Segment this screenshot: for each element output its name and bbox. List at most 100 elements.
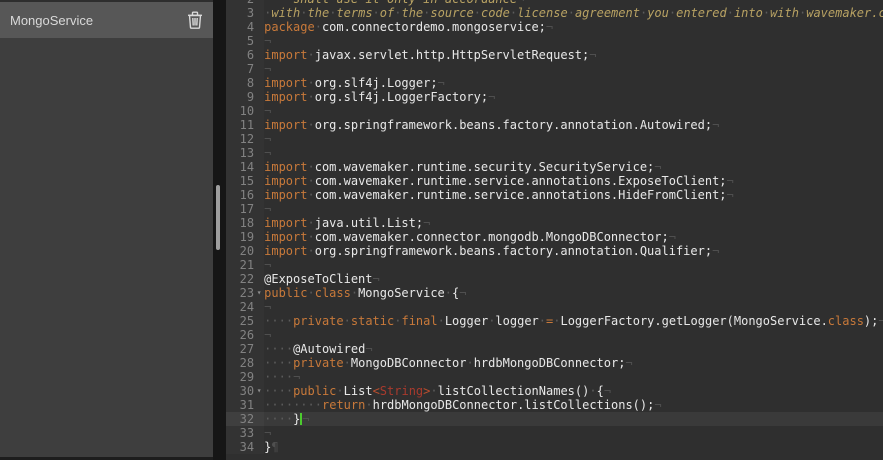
- eol-marker: ¬: [302, 412, 309, 426]
- code-text: @ExposeToClient¬: [264, 272, 883, 286]
- line-number: 3: [226, 6, 254, 20]
- code-line[interactable]: 19import·com.wavemaker.connector.mongodb…: [226, 230, 883, 244]
- code-line[interactable]: 23▾public·class·MongoService·{¬: [226, 286, 883, 300]
- line-number: 19: [226, 230, 254, 244]
- line-number: 8: [226, 76, 254, 90]
- code-text: import·com.wavemaker.runtime.service.ann…: [264, 188, 883, 202]
- code-text: import·org.springframework.beans.factory…: [264, 244, 883, 258]
- code-line[interactable]: 32····}¬: [226, 412, 883, 426]
- eol-marker: ¬: [365, 342, 372, 356]
- fold-gutter: [254, 160, 264, 174]
- eol-marker: ¬: [604, 384, 611, 398]
- code-text: ¬: [264, 258, 883, 272]
- code-text: import·javax.servlet.http.HttpServletReq…: [264, 48, 883, 62]
- eol-marker: ¬: [712, 118, 719, 132]
- fold-gutter: [254, 6, 264, 20]
- code-line[interactable]: 25 ····private·static·final·Logger·logger…: [226, 314, 883, 328]
- code-line[interactable]: 26¬: [226, 328, 883, 342]
- fold-gutter: [254, 440, 264, 454]
- fold-arrow-icon[interactable]: ▾: [254, 384, 264, 398]
- trash-icon[interactable]: [185, 10, 205, 30]
- code-line[interactable]: 7¬: [226, 62, 883, 76]
- code-line[interactable]: 29····¬: [226, 370, 883, 384]
- code-line[interactable]: 5¬: [226, 34, 883, 48]
- code-text: ····¬: [264, 370, 883, 384]
- eol-marker: ¬: [264, 426, 271, 440]
- line-number: 11: [226, 118, 254, 132]
- code-line[interactable]: 33 ¬: [226, 426, 883, 440]
- eol-marker: ¬: [264, 258, 271, 272]
- line-number: 28: [226, 356, 254, 370]
- code-line[interactable]: 24¬: [226, 300, 883, 314]
- code-line[interactable]: 12¬: [226, 132, 883, 146]
- code-line[interactable]: 14import·com.wavemaker.runtime.security.…: [226, 160, 883, 174]
- code-text: import·org.slf4j.LoggerFactory;¬: [264, 90, 883, 104]
- code-line[interactable]: 16import·com.wavemaker.runtime.service.a…: [226, 188, 883, 202]
- scrollbar-thumb[interactable]: [216, 185, 220, 250]
- code-text: ¬: [264, 146, 883, 160]
- code-line[interactable]: 3·with·the·terms·of·the·source·code·lice…: [226, 6, 883, 20]
- panel-divider: [213, 0, 226, 460]
- eol-marker: ¬: [293, 370, 300, 384]
- fold-gutter: [254, 132, 264, 146]
- code-text: ¬: [264, 132, 883, 146]
- code-text: import·org.springframework.beans.factory…: [264, 118, 883, 132]
- code-editor[interactable]: 2····shall·use·it·only·in·accordance¬3·w…: [226, 0, 883, 460]
- code-text: ¬: [264, 104, 883, 118]
- code-text: ····private·MongoDBConnector·hrdbMongoDB…: [264, 356, 883, 370]
- code-line[interactable]: 22@ExposeToClient¬: [226, 272, 883, 286]
- code-line[interactable]: 6import·javax.servlet.http.HttpServletRe…: [226, 48, 883, 62]
- code-line[interactable]: 28 ····private·MongoDBConnector·hrdbMongo…: [226, 356, 883, 370]
- code-text: import·org.slf4j.Logger;¬: [264, 76, 883, 90]
- code-text: ¬: [264, 202, 883, 216]
- code-line[interactable]: 17¬: [226, 202, 883, 216]
- line-number: 4: [226, 20, 254, 34]
- fold-gutter: [254, 62, 264, 76]
- code-line[interactable]: 8 import·org.slf4j.Logger;¬: [226, 76, 883, 90]
- code-line[interactable]: 27····@Autowired¬: [226, 342, 883, 356]
- code-line[interactable]: 10¬: [226, 104, 883, 118]
- fold-gutter: [254, 412, 264, 426]
- code-line[interactable]: 21¬: [226, 258, 883, 272]
- code-line[interactable]: 15import·com.wavemaker.runtime.service.a…: [226, 174, 883, 188]
- code-text: import·com.wavemaker.runtime.security.Se…: [264, 160, 883, 174]
- fold-gutter: [254, 146, 264, 160]
- code-line[interactable]: 20import·org.springframework.beans.facto…: [226, 244, 883, 258]
- sidebar-item-mongoservice[interactable]: MongoService: [0, 2, 213, 38]
- eol-marker: ¬: [438, 76, 445, 90]
- code-line[interactable]: 31········return·hrdbMongoDBConnector.li…: [226, 398, 883, 412]
- line-number: 24: [226, 300, 254, 314]
- eol-marker: ¬: [727, 188, 734, 202]
- line-number: 9: [226, 90, 254, 104]
- service-list-panel: MongoService: [0, 0, 213, 460]
- code-line[interactable]: 13 ¬: [226, 146, 883, 160]
- code-line[interactable]: 9 import·org.slf4j.LoggerFactory;¬: [226, 90, 883, 104]
- code-text: ¬: [264, 34, 883, 48]
- line-number: 13: [226, 146, 254, 160]
- eol-marker: ¬: [264, 34, 271, 48]
- eol-marker: ¬: [546, 20, 553, 34]
- app-window: MongoService 2····shall·use·it·only·in·a…: [0, 0, 883, 460]
- code-line[interactable]: 4package·com.connectordemo.mongoservice;…: [226, 20, 883, 34]
- fold-gutter: [254, 216, 264, 230]
- code-line[interactable]: 18import·java.util.List;¬: [226, 216, 883, 230]
- code-line[interactable]: 34}¶: [226, 440, 883, 454]
- eol-marker: ¬: [264, 104, 271, 118]
- fold-gutter: [254, 356, 264, 370]
- fold-gutter: [254, 76, 264, 90]
- fold-gutter: [254, 48, 264, 62]
- code-text: ····private·static·final·Logger·logger·=…: [264, 314, 883, 328]
- code-line[interactable]: 30▾····public·List<String>·listCollectio…: [226, 384, 883, 398]
- eol-marker: ¬: [654, 398, 661, 412]
- fold-gutter: [254, 174, 264, 188]
- line-number: 33: [226, 426, 254, 440]
- eol-marker: ¬: [264, 328, 271, 342]
- eol-marker: ¬: [654, 160, 661, 174]
- line-number: 25: [226, 314, 254, 328]
- service-name-label: MongoService: [10, 13, 185, 28]
- code-text: ····@Autowired¬: [264, 342, 883, 356]
- code-line[interactable]: 11 import·org.springframework.beans.facto…: [226, 118, 883, 132]
- fold-arrow-icon[interactable]: ▾: [254, 286, 264, 300]
- line-number: 23: [226, 286, 254, 300]
- eol-marker: ¶: [271, 440, 278, 454]
